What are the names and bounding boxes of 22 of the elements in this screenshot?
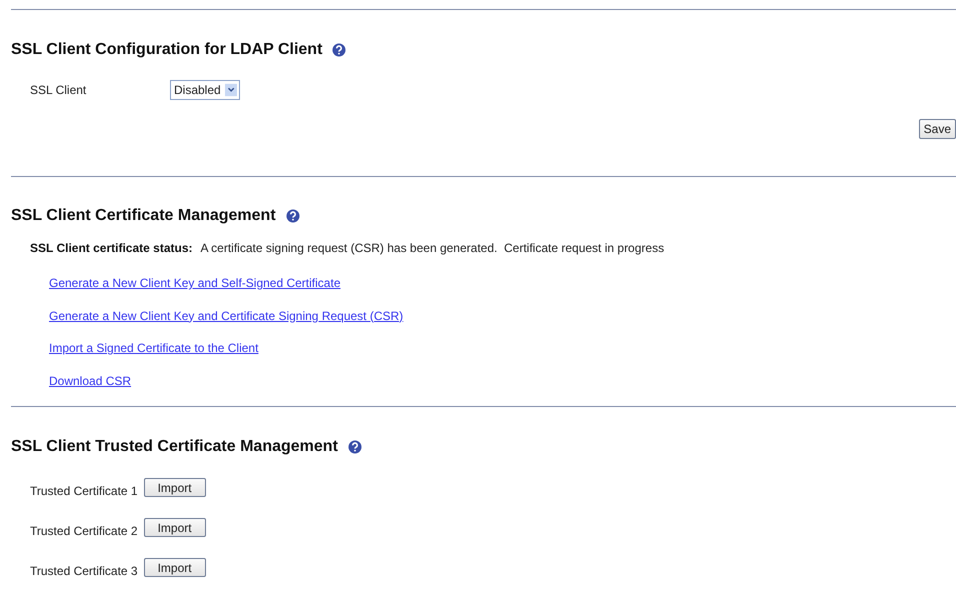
import-button[interactable]: Import — [144, 518, 206, 537]
certificate-label: Trusted Certificate 2 — [30, 524, 138, 538]
save-button[interactable]: Save — [918, 119, 956, 139]
caret-icon — [224, 83, 237, 97]
field-label: SSL Client — [30, 83, 88, 97]
help-icon[interactable] — [332, 43, 346, 57]
import-button[interactable]: Import — [144, 558, 206, 577]
action-link[interactable]: Import a Signed Certificate to the Client — [49, 341, 258, 355]
status-label: SSL Client certificate status: — [30, 241, 192, 255]
action-link[interactable]: Generate a New Client Key and Self-Signed Certificate — [49, 276, 340, 290]
help-icon[interactable] — [286, 209, 300, 223]
help-icon[interactable] — [348, 440, 362, 454]
action-link[interactable]: Generate a New Client Key and Certificate Signing Request (CSR) — [49, 308, 404, 322]
section-title: SSL Client Configuration for LDAP Client — [11, 41, 322, 59]
status-text: A certificate signing request (CSR) has been generated. Certificate request in progress — [200, 241, 664, 255]
action-link[interactable]: Download CSR — [49, 374, 132, 388]
section-title: SSL Client Trusted Certificate Management — [11, 438, 338, 456]
section-title: SSL Client Certificate Management — [11, 207, 276, 225]
certificate-label: Trusted Certificate 1 — [30, 484, 138, 498]
ssl-client-dropdown[interactable]: Disabled — [170, 80, 240, 100]
import-button[interactable]: Import — [144, 478, 206, 497]
certificate-label: Trusted Certificate 3 — [30, 564, 138, 578]
